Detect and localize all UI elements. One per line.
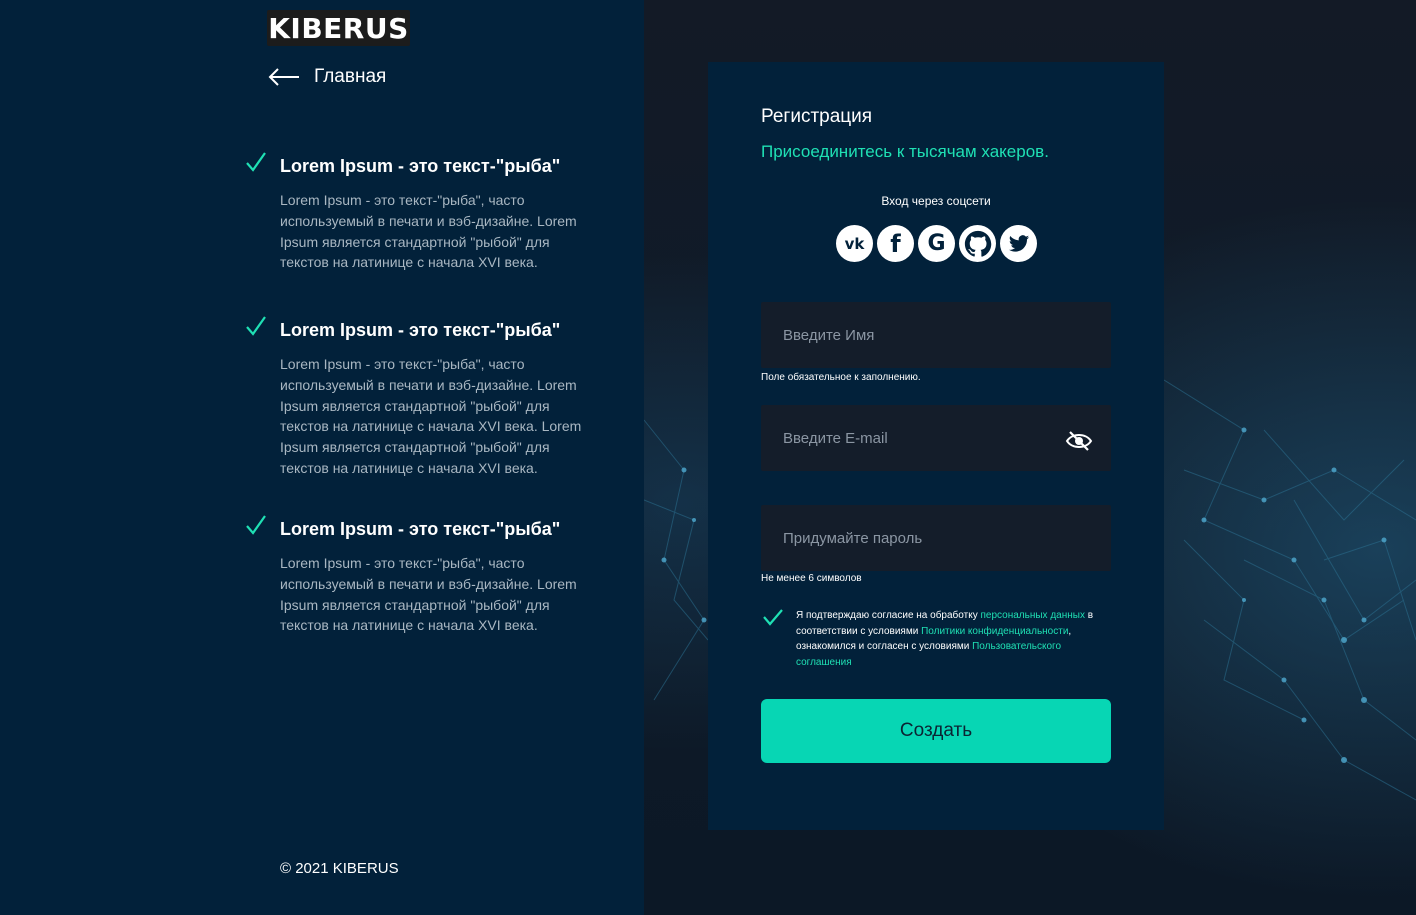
info-panel: KIBERUS Главная Lorem Ipsum - это текст-… — [0, 0, 644, 915]
back-to-home-link[interactable]: Главная — [268, 64, 386, 90]
privacy-policy-link[interactable]: Политики конфиденциальности — [921, 626, 1068, 637]
registration-card: Регистрация Присоединитесь к тысячам хак… — [708, 62, 1164, 830]
email-input[interactable] — [761, 405, 1111, 471]
consent-text: Я подтверждаю согласие на обработку перс… — [796, 608, 1116, 670]
create-account-button[interactable]: Создать — [761, 699, 1111, 763]
consent-text-part: Я подтверждаю согласие на обработку — [796, 610, 981, 621]
feature-title: Lorem Ipsum - это текст-"рыба" — [280, 519, 561, 539]
feature-title: Lorem Ipsum - это текст-"рыба" — [280, 320, 561, 340]
github-login-button[interactable] — [959, 225, 996, 262]
copyright-text: © 2021 KIBERUS — [280, 860, 399, 877]
vk-login-button[interactable]: vk — [836, 225, 873, 262]
password-hint: Не менее 6 символов — [761, 573, 862, 584]
kiberus-logo[interactable]: KIBERUS — [267, 10, 410, 46]
feature-title: Lorem Ipsum - это текст-"рыба" — [280, 156, 561, 176]
social-login-label: Вход через соцсети — [881, 194, 991, 208]
eye-off-icon[interactable] — [1065, 429, 1093, 453]
feature-description: Lorem Ipsum - это текст-"рыба", часто ис… — [280, 555, 577, 634]
password-input[interactable] — [761, 505, 1111, 571]
checkmark-icon — [246, 316, 266, 336]
personal-data-link[interactable]: персональных данных — [980, 610, 1084, 621]
back-link-label: Главная — [314, 66, 387, 87]
social-buttons: vk f G — [836, 225, 1037, 262]
name-hint: Поле обязательное к заполнению. — [761, 372, 921, 383]
form-title: Регистрация — [761, 106, 873, 127]
arrow-left-icon — [268, 68, 299, 86]
github-icon — [964, 230, 991, 257]
feature-description: Lorem Ipsum - это текст-"рыба", часто ис… — [280, 192, 577, 271]
checkmark-icon — [246, 152, 266, 172]
facebook-icon: f — [890, 229, 901, 258]
name-input[interactable] — [761, 302, 1111, 368]
facebook-login-button[interactable]: f — [877, 225, 914, 262]
vk-icon: vk — [844, 234, 865, 253]
google-icon: G — [927, 231, 946, 256]
google-login-button[interactable]: G — [918, 225, 955, 262]
feature-description: Lorem Ipsum - это текст-"рыба", часто ис… — [280, 356, 582, 476]
twitter-login-button[interactable] — [1000, 225, 1037, 262]
consent-checkbox[interactable] — [762, 607, 784, 629]
form-subtitle: Присоединитесь к тысячам хакеров. — [761, 142, 1049, 161]
twitter-icon — [1008, 234, 1029, 252]
checkmark-icon — [246, 515, 266, 535]
